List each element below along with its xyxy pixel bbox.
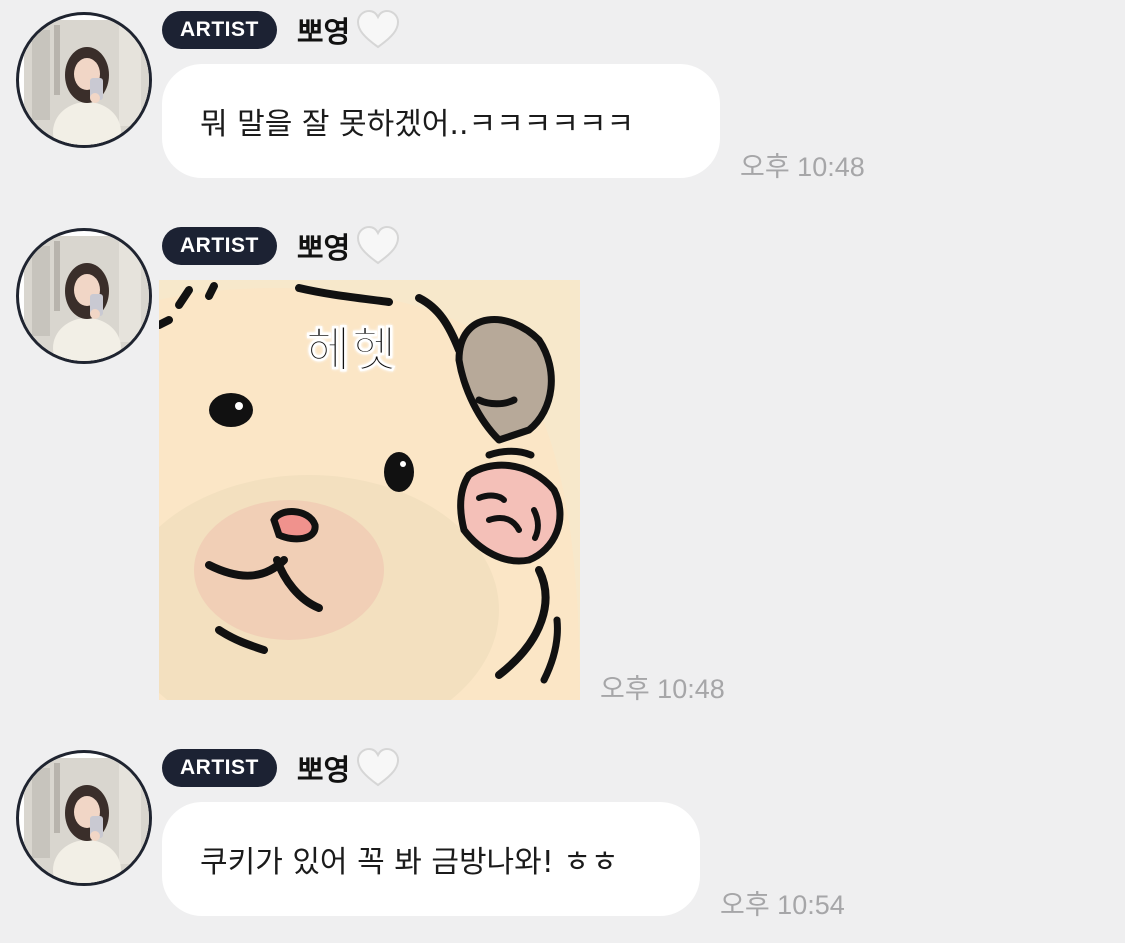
message-timestamp: 오후 10:48 bbox=[600, 674, 725, 704]
message-bubble[interactable]: 쿠키가 있어 꼭 봐 금방나와! ㅎㅎ bbox=[162, 802, 700, 916]
white-heart-icon bbox=[356, 748, 400, 788]
message-text: 뭐 말을 잘 못하겠어..ㅋㅋㅋㅋㅋㅋ bbox=[200, 107, 635, 142]
message-header: ARTIST 뽀영 bbox=[162, 10, 400, 50]
message-bubble[interactable]: 뭐 말을 잘 못하겠어..ㅋㅋㅋㅋㅋㅋ bbox=[162, 64, 720, 178]
avatar[interactable] bbox=[16, 12, 152, 148]
avatar[interactable] bbox=[16, 228, 152, 364]
message-timestamp: 오후 10:54 bbox=[720, 890, 845, 920]
white-heart-icon bbox=[356, 10, 400, 50]
sticker-caption: 헤헷 bbox=[305, 322, 399, 379]
avatar[interactable] bbox=[16, 750, 152, 886]
message-timestamp: 오후 10:48 bbox=[740, 152, 865, 182]
artist-badge: ARTIST bbox=[162, 749, 277, 787]
chat-thread: ARTIST 뽀영 뭐 말을 잘 못하겠어..ㅋㅋㅋㅋㅋㅋ 오후 10:48 A… bbox=[0, 0, 1125, 943]
artist-badge: ARTIST bbox=[162, 11, 277, 49]
message-header: ARTIST 뽀영 bbox=[162, 748, 400, 788]
message-header: ARTIST 뽀영 bbox=[162, 226, 400, 266]
white-heart-icon bbox=[356, 226, 400, 266]
sender-name[interactable]: 뽀영 bbox=[297, 225, 350, 267]
message-text: 쿠키가 있어 꼭 봐 금방나와! ㅎㅎ bbox=[200, 845, 619, 880]
sender-name[interactable]: 뽀영 bbox=[297, 747, 350, 789]
artist-badge: ARTIST bbox=[162, 227, 277, 265]
sender-name[interactable]: 뽀영 bbox=[297, 9, 350, 51]
